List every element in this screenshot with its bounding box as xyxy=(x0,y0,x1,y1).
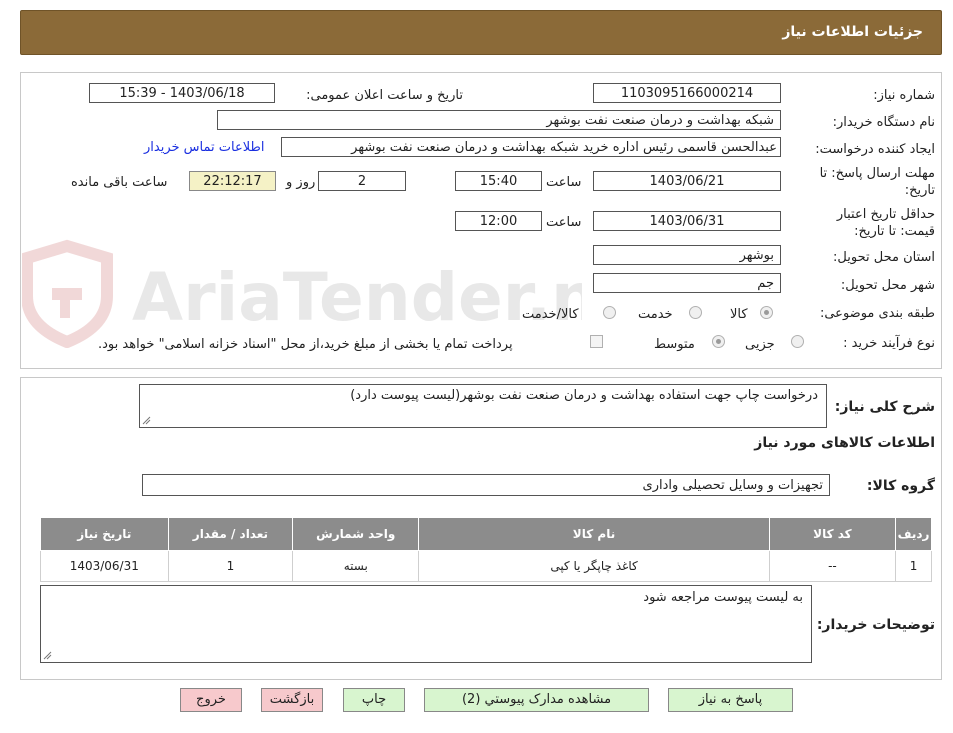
category-option-service: خدمت xyxy=(638,307,673,322)
reply-to-need-button[interactable]: پاسخ به نیاز xyxy=(668,688,793,712)
cell-unit: بسته xyxy=(292,550,420,582)
col-header-unit: واحد شمارش xyxy=(292,517,420,551)
buyer-notes-text: به لیست پیوست مراجعه شود xyxy=(643,590,803,605)
buyer-contact-link[interactable]: اطلاعات تماس خریدار xyxy=(144,140,264,155)
validity-date-field[interactable]: 1403/06/31 xyxy=(593,211,781,231)
deadline-time-label: ساعت xyxy=(546,175,582,190)
remaining-label: ساعت باقی مانده xyxy=(71,175,168,190)
col-header-item-code: کد کالا xyxy=(768,517,897,551)
city-field[interactable]: جم xyxy=(593,273,781,293)
summary-textarea[interactable]: درخواست چاپ جهت استفاده بهداشت و درمان ص… xyxy=(139,384,827,428)
category-option-goods: کالا xyxy=(730,307,748,322)
view-attachments-button[interactable]: مشاهده مدارک پیوستي (2) xyxy=(424,688,649,712)
page-title: جزئیات اطلاعات نیاز xyxy=(782,24,923,40)
category-radio-service[interactable] xyxy=(689,306,702,319)
creator-field[interactable]: عبدالحسن قاسمی رئیس اداره خرید شبکه بهدا… xyxy=(281,137,781,157)
summary-text: درخواست چاپ جهت استفاده بهداشت و درمان ص… xyxy=(350,388,818,403)
validity-label-line1: حداقل تاریخ اعتبار xyxy=(836,207,935,222)
deadline-date-field[interactable]: 1403/06/21 xyxy=(593,171,781,191)
treasury-payment-note: پرداخت تمام یا بخشی از مبلغ خرید،از محل … xyxy=(98,337,513,352)
exit-button[interactable]: خروج xyxy=(180,688,242,712)
buyer-org-field[interactable]: شبکه بهداشت و درمان صنعت نفت بوشهر xyxy=(217,110,781,130)
announce-label: تاریخ و ساعت اعلان عمومی: xyxy=(306,88,463,103)
goods-table: ردیف کد کالا نام کالا واحد شمارش تعداد /… xyxy=(40,517,932,582)
cell-need-date: 1403/06/31 xyxy=(40,550,169,582)
days-label: روز و xyxy=(286,175,316,190)
validity-label-line2: قیمت: تا تاریخ: xyxy=(854,224,935,239)
process-option-partial: جزیی xyxy=(745,337,775,352)
cell-row-no: 1 xyxy=(895,550,932,582)
cell-item-code: -- xyxy=(768,550,897,582)
process-radio-partial[interactable] xyxy=(791,335,804,348)
buyer-notes-label: توضیحات خریدار: xyxy=(816,617,935,633)
goods-table-header-row: ردیف کد کالا نام کالا واحد شمارش تعداد /… xyxy=(40,517,932,551)
goods-group-field[interactable]: تجهیزات و وسایل تحصیلی واداری xyxy=(142,474,830,496)
col-header-need-date: تاریخ نیاز xyxy=(40,517,169,551)
province-field[interactable]: بوشهر xyxy=(593,245,781,265)
buyer-notes-textarea[interactable]: به لیست پیوست مراجعه شود xyxy=(40,585,812,663)
need-number-label: شماره نیاز: xyxy=(873,88,935,103)
deadline-time-field[interactable]: 15:40 xyxy=(455,171,542,191)
process-radio-medium[interactable] xyxy=(712,335,725,348)
buyer-org-label: نام دستگاه خریدار: xyxy=(832,115,935,130)
goods-group-label: گروه کالا: xyxy=(866,478,935,494)
deadline-label-line2: تاریخ: xyxy=(904,183,935,198)
table-row[interactable]: 1 -- کاغذ چاپگر یا کپی بسته 1 1403/06/31 xyxy=(40,550,932,582)
need-number-field[interactable]: 1103095166000214 xyxy=(593,83,781,103)
treasury-payment-checkbox[interactable] xyxy=(590,335,603,348)
deadline-label-line1: مهلت ارسال پاسخ: تا xyxy=(819,166,935,181)
city-label: شهر محل تحویل: xyxy=(840,278,935,293)
ariatender-watermark: AriaTender.neT xyxy=(22,239,582,348)
cell-item-name: کاغذ چاپگر یا کپی xyxy=(418,550,770,582)
validity-time-field[interactable]: 12:00 xyxy=(455,211,542,231)
days-field[interactable]: 2 xyxy=(318,171,406,191)
col-header-row-no: ردیف xyxy=(895,517,932,551)
announce-field[interactable]: 1403/06/18 - 15:39 xyxy=(89,83,275,103)
category-radio-goods[interactable] xyxy=(760,306,773,319)
col-header-quantity: تعداد / مقدار xyxy=(167,517,294,551)
validity-time-label: ساعت xyxy=(546,215,582,230)
creator-label: ایجاد کننده درخواست: xyxy=(815,142,935,157)
back-button[interactable]: بازگشت xyxy=(261,688,323,712)
watermark-text: AriaTender.neT xyxy=(132,259,582,336)
process-option-medium: متوسط xyxy=(654,337,695,352)
category-label: طبقه بندی موضوعی: xyxy=(819,306,935,321)
category-radio-goods-service[interactable] xyxy=(603,306,616,319)
remaining-time-field: 22:12:17 xyxy=(189,171,276,191)
resize-grip-icon[interactable] xyxy=(142,416,151,425)
goods-info-title: اطلاعات کالاهای مورد نیاز xyxy=(754,435,935,451)
process-label: نوع فرآیند خرید : xyxy=(843,336,935,351)
page-header: جزئیات اطلاعات نیاز xyxy=(20,10,942,55)
cell-quantity: 1 xyxy=(167,550,294,582)
resize-grip-icon[interactable] xyxy=(43,651,52,660)
category-option-goods-service: کالا/خدمت xyxy=(522,307,579,322)
province-label: استان محل تحویل: xyxy=(833,250,935,265)
summary-label: شرح کلی نیاز: xyxy=(834,399,935,415)
print-button[interactable]: چاپ xyxy=(343,688,405,712)
col-header-item-name: نام کالا xyxy=(418,517,770,551)
